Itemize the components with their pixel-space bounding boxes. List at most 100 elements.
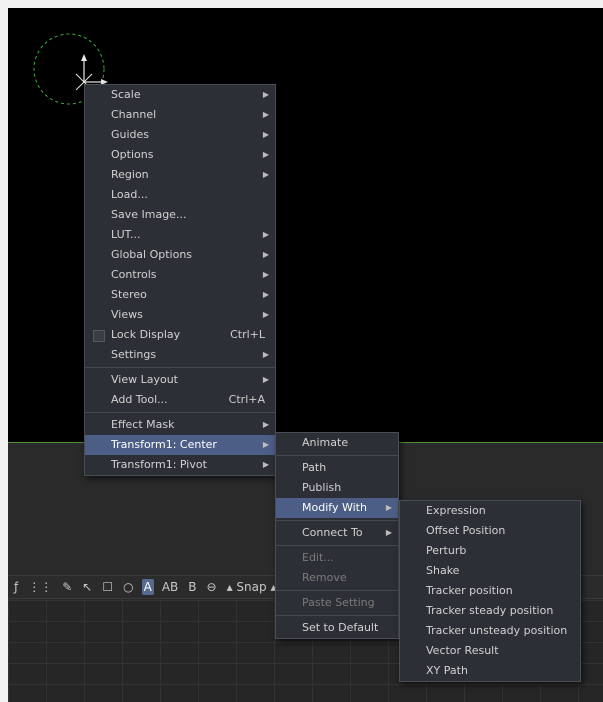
menu-item-load[interactable]: Load... (85, 185, 275, 205)
viewer-context-menu: Scale ▶ Channel ▶ Guides ▶ Options ▶ Region ▶… (84, 84, 276, 476)
menu-item-label: Channel (111, 108, 157, 121)
modify-with-submenu: Expression Offset Position Perturb Shake… (399, 500, 581, 682)
menu-item-view-layout[interactable]: View Layout ▶ (85, 370, 275, 390)
submenu-arrow-icon: ▶ (262, 90, 269, 99)
menu-item-label: Expression (426, 504, 486, 517)
menu-item-lock-display[interactable]: Lock Display Ctrl+L (85, 325, 275, 345)
submenu-arrow-icon: ▶ (262, 130, 269, 139)
app-frame: ƒ ⋮⋮ ✎ ↖ ☐ ○ A AB B ⊖ ▴ Snap ▴ Scale ▶ Ch… (8, 8, 603, 702)
menu-item-label: Load... (111, 188, 148, 201)
text-a-button[interactable]: A (141, 579, 154, 595)
menu-item-label: Vector Result (426, 644, 499, 657)
menu-item-paste-setting[interactable]: Paste Setting (276, 593, 398, 613)
menu-item-label: Scale (111, 88, 141, 101)
menu-separator (276, 545, 398, 546)
menu-item-label: Guides (111, 128, 150, 141)
menu-item-stereo[interactable]: Stereo ▶ (85, 285, 275, 305)
menu-item-label: Settings (111, 348, 157, 361)
submenu-arrow-icon: ▶ (385, 528, 392, 537)
menu-item-remove[interactable]: Remove (276, 568, 398, 588)
menu-item-tracker-steady-position[interactable]: Tracker steady position (400, 601, 580, 621)
menu-separator (276, 520, 398, 521)
menu-item-tracker-position[interactable]: Tracker position (400, 581, 580, 601)
menu-item-label: Paste Setting (302, 596, 375, 609)
text-ab-button[interactable]: AB (160, 579, 180, 595)
menu-item-guides[interactable]: Guides ▶ (85, 125, 275, 145)
menu-item-label: Options (111, 148, 154, 161)
menu-separator (276, 615, 398, 616)
menu-item-publish[interactable]: Publish (276, 478, 398, 498)
pointer-icon[interactable]: ↖ (80, 579, 94, 595)
circle-icon[interactable]: ○ (121, 579, 135, 595)
link-icon[interactable]: ⊖ (205, 579, 219, 595)
menu-separator (85, 367, 275, 368)
menu-item-label: Tracker steady position (426, 604, 554, 617)
menu-item-label: Controls (111, 268, 157, 281)
menu-item-edit[interactable]: Edit... (276, 548, 398, 568)
menu-item-region[interactable]: Region ▶ (85, 165, 275, 185)
menu-item-label: Shake (426, 564, 460, 577)
menu-item-set-to-default[interactable]: Set to Default (276, 618, 398, 638)
gizmo-y-arrow[interactable] (81, 54, 87, 61)
snap-dropdown[interactable]: ▴ Snap ▴ (225, 579, 279, 595)
menu-item-label: Lock Display (111, 328, 181, 341)
menu-item-controls[interactable]: Controls ▶ (85, 265, 275, 285)
menu-item-label: Tracker position (426, 584, 513, 597)
menu-item-effect-mask[interactable]: Effect Mask ▶ (85, 415, 275, 435)
text-b-button[interactable]: B (186, 579, 198, 595)
menu-item-expression[interactable]: Expression (400, 501, 580, 521)
menu-item-modify-with[interactable]: Modify With ▶ (276, 498, 398, 518)
menu-item-label: Remove (302, 571, 347, 584)
menu-item-settings[interactable]: Settings ▶ (85, 345, 275, 365)
checkbox-icon[interactable] (93, 330, 105, 342)
menu-item-lut[interactable]: LUT... ▶ (85, 225, 275, 245)
submenu-arrow-icon: ▶ (262, 375, 269, 384)
menu-item-label: Edit... (302, 551, 334, 564)
menu-item-vector-result[interactable]: Vector Result (400, 641, 580, 661)
menu-item-connect-to[interactable]: Connect To ▶ (276, 523, 398, 543)
submenu-arrow-icon: ▶ (262, 270, 269, 279)
transform-center-submenu: Animate Path Publish Modify With ▶ Connec… (275, 432, 399, 639)
menu-item-label: Global Options (111, 248, 193, 261)
menu-item-label: Connect To (302, 526, 363, 539)
menu-item-views[interactable]: Views ▶ (85, 305, 275, 325)
submenu-arrow-icon: ▶ (262, 250, 269, 259)
snap-label: Snap (236, 580, 267, 594)
menu-item-transform-center[interactable]: Transform1: Center ▶ (85, 435, 275, 455)
menu-item-global-options[interactable]: Global Options ▶ (85, 245, 275, 265)
menu-item-label: Publish (302, 481, 342, 494)
menu-item-label: View Layout (111, 373, 178, 386)
menu-item-save-image[interactable]: Save Image... (85, 205, 275, 225)
menu-item-path[interactable]: Path (276, 458, 398, 478)
menu-item-label: Stereo (111, 288, 147, 301)
rectangle-icon[interactable]: ☐ (100, 579, 115, 595)
menu-item-label: Path (302, 461, 327, 474)
pen-icon[interactable]: ✎ (60, 579, 74, 595)
spline-icon[interactable]: ƒ (12, 579, 20, 595)
menu-item-offset-position[interactable]: Offset Position (400, 521, 580, 541)
menu-item-add-tool[interactable]: Add Tool... Ctrl+A (85, 390, 275, 410)
menu-item-shake[interactable]: Shake (400, 561, 580, 581)
menu-item-label: Add Tool... (111, 393, 168, 406)
grid-icon[interactable]: ⋮⋮ (26, 579, 54, 595)
menu-item-channel[interactable]: Channel ▶ (85, 105, 275, 125)
submenu-arrow-icon: ▶ (262, 230, 269, 239)
submenu-arrow-icon: ▶ (262, 110, 269, 119)
menu-item-xy-path[interactable]: XY Path (400, 661, 580, 681)
menu-item-animate[interactable]: Animate (276, 433, 398, 453)
menu-item-label: Tracker unsteady position (426, 624, 568, 637)
menu-item-scale[interactable]: Scale ▶ (85, 85, 275, 105)
menu-item-options[interactable]: Options ▶ (85, 145, 275, 165)
menu-item-label: Modify With (302, 501, 367, 514)
menu-item-label: Transform1: Pivot (111, 458, 207, 471)
menu-item-label: Views (111, 308, 143, 321)
menu-item-label: Region (111, 168, 149, 181)
menu-item-label: Transform1: Center (111, 438, 217, 451)
shortcut-label: Ctrl+L (230, 328, 265, 341)
menu-item-label: Save Image... (111, 208, 187, 221)
menu-item-label: Offset Position (426, 524, 506, 537)
menu-item-transform-pivot[interactable]: Transform1: Pivot ▶ (85, 455, 275, 475)
menu-item-tracker-unsteady-position[interactable]: Tracker unsteady position (400, 621, 580, 641)
menu-item-perturb[interactable]: Perturb (400, 541, 580, 561)
menu-item-label: LUT... (111, 228, 141, 241)
